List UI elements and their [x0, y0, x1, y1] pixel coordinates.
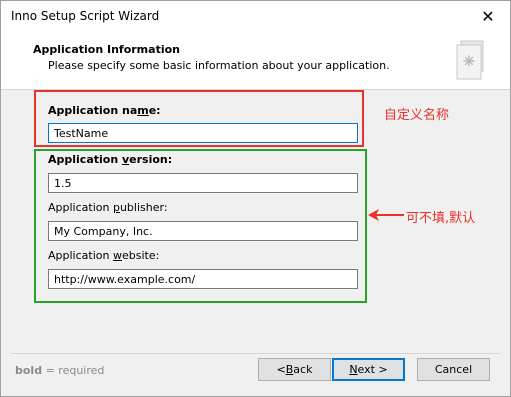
page-subtitle: Please specify some basic information ab… [48, 59, 390, 72]
cancel-button[interactable]: Cancel [417, 358, 490, 381]
close-icon[interactable]: ✕ [466, 1, 510, 31]
title-bar: Inno Setup Script Wizard ✕ [1, 1, 510, 31]
back-button[interactable]: < Back [258, 358, 331, 381]
required-highlight-box [34, 90, 364, 147]
custom-name-note: 自定义名称 [384, 108, 450, 123]
next-button[interactable]: Next > [332, 358, 405, 381]
wizard-window: Inno Setup Script Wizard ✕ Application I… [0, 0, 511, 397]
footer-divider [11, 353, 500, 354]
page-title: Application Information [33, 43, 180, 56]
document-gear-icon [456, 40, 484, 80]
optional-default-note: 可不填,默认 [406, 211, 476, 226]
required-hint: bold = required [15, 364, 105, 377]
optional-highlight-box [34, 149, 367, 303]
arrow-left-icon [368, 209, 404, 221]
page-header: Application Information Please specify s… [1, 31, 510, 90]
window-title: Inno Setup Script Wizard [11, 9, 160, 23]
